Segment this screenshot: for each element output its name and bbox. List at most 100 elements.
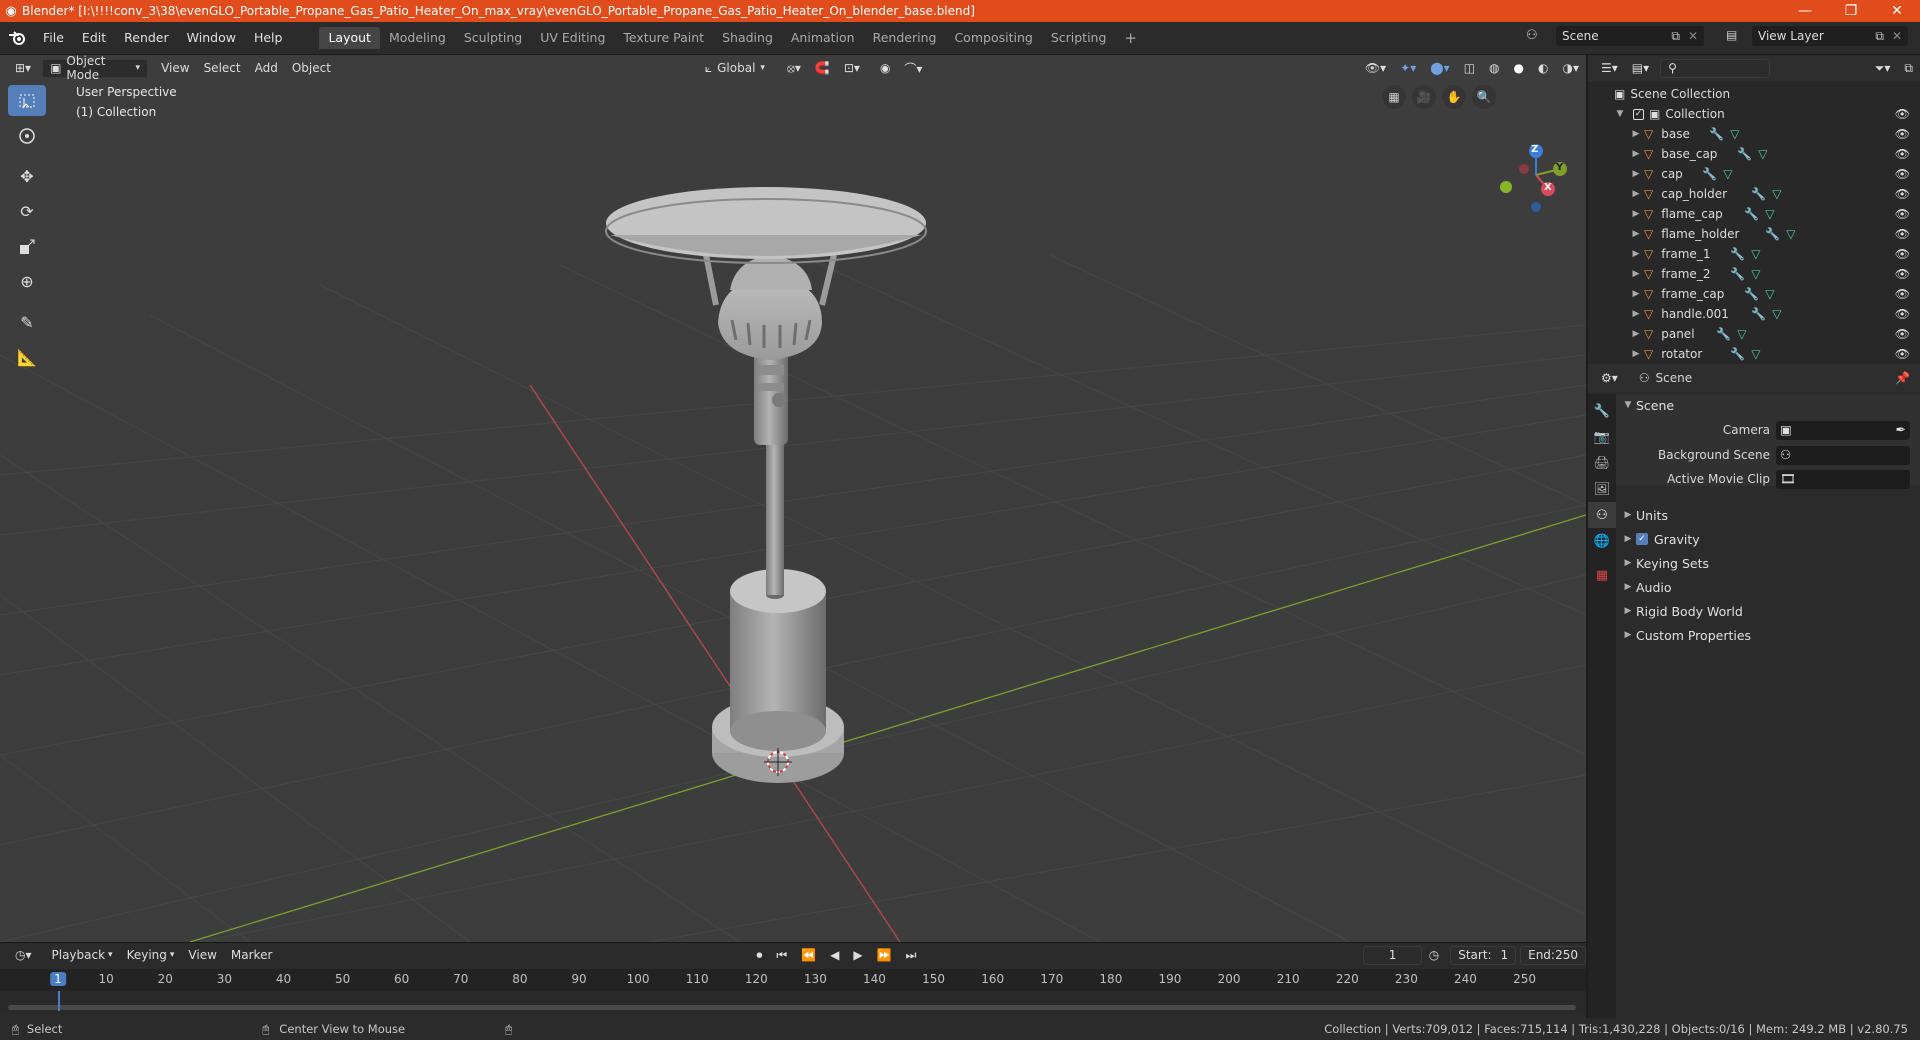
mesh-data-icon[interactable]: ▽ — [1772, 187, 1781, 201]
3d-viewport[interactable]: Z Y X ▦ 🎥 ✋ 🔍 User Perspective (1) Colle… — [0, 55, 1586, 942]
close-button[interactable]: ✕ — [1874, 3, 1920, 19]
pan-view-icon[interactable]: ✋ — [1442, 85, 1466, 109]
mesh-data-icon[interactable]: ▽ — [1751, 347, 1760, 361]
mesh-data-icon[interactable]: ▽ — [1723, 167, 1732, 181]
mesh-data-icon[interactable]: ▽ — [1765, 207, 1774, 221]
modifier-icon[interactable]: 🔧 — [1744, 287, 1759, 301]
tab-scripting[interactable]: Scripting — [1042, 27, 1116, 49]
expand-caret-icon[interactable]: ▶ — [1628, 289, 1644, 299]
gizmo-toggle-icon[interactable]: ✦▾ — [1393, 59, 1423, 78]
current-frame-indicator[interactable]: 1 — [50, 972, 66, 986]
new-collection-icon[interactable]: ⧉ — [1897, 59, 1920, 78]
outliner-object-row[interactable]: ▶ ▽ base 🔧 ▽ 👁 — [1588, 124, 1920, 144]
annotate-tool-icon[interactable]: ✎ — [8, 307, 46, 338]
orientation-selector[interactable]: ⟀ Global ▾ — [698, 59, 772, 78]
maximize-button[interactable]: ❐ — [1828, 3, 1874, 19]
mesh-data-icon[interactable]: ▽ — [1737, 327, 1746, 341]
mesh-data-icon[interactable]: ▽ — [1751, 267, 1760, 281]
menu-marker[interactable]: Marker — [224, 946, 279, 965]
visibility-icon[interactable]: 👁▾ — [1358, 59, 1393, 78]
jump-start-button[interactable]: ⏮ — [769, 946, 794, 965]
camera-field[interactable]: ▣ ✒ — [1776, 420, 1910, 440]
active-movie-clip-field[interactable]: 🎞 — [1776, 469, 1910, 489]
proportional-edit-icon[interactable]: ◉ — [873, 59, 897, 78]
outliner-object-row[interactable]: ▶ ▽ panel 🔧 ▽ 👁 — [1588, 324, 1920, 344]
eye-icon[interactable]: 👁 — [1895, 327, 1910, 341]
world-tab-icon[interactable]: 🌐 — [1588, 528, 1616, 554]
property-panel-header[interactable]: ▶ ✓ Gravity — [1616, 528, 1920, 550]
expand-caret-icon[interactable]: ▶ — [1628, 149, 1644, 159]
playhead-line[interactable] — [58, 991, 60, 1011]
falloff-icon[interactable]: ⌒▾ — [897, 59, 929, 78]
next-keyframe-button[interactable]: ⏩ — [870, 946, 899, 965]
menu-edit[interactable]: Edit — [73, 27, 115, 49]
timeline-editor-type-icon[interactable]: ◷▾ — [8, 946, 39, 965]
move-tool-icon[interactable]: ✥ — [8, 161, 46, 192]
mesh-data-icon[interactable]: ▽ — [1730, 127, 1739, 141]
outliner-search-input[interactable]: ⚲ — [1660, 58, 1771, 78]
mesh-data-icon[interactable]: ▽ — [1786, 227, 1795, 241]
menu-view[interactable]: View — [154, 59, 196, 78]
expand-caret-icon[interactable]: ▶ — [1628, 269, 1644, 279]
xray-toggle-icon[interactable]: ◫ — [1457, 59, 1482, 78]
modifier-icon[interactable]: 🔧 — [1716, 327, 1731, 341]
eye-icon[interactable]: 👁 — [1895, 247, 1910, 261]
outliner-object-row[interactable]: ▶ ▽ cap 🔧 ▽ 👁 — [1588, 164, 1920, 184]
timeline-ruler[interactable]: 1 10 20 30 40 50 60 70 80 90 100 110 120 130 140 150 160… — [0, 969, 1586, 991]
outliner-object-row[interactable]: ▶ ▽ handle.001 🔧 ▽ 👁 — [1588, 304, 1920, 324]
overlay-toggle-icon[interactable]: ⬤▾ — [1423, 59, 1456, 78]
menu-object[interactable]: Object — [285, 59, 338, 78]
eye-icon[interactable]: 👁 — [1895, 127, 1910, 141]
menu-timeline-view[interactable]: View — [181, 946, 223, 965]
rendered-shading-icon[interactable]: ◑▾ — [1556, 59, 1587, 78]
rotate-tool-icon[interactable]: ⟳ — [8, 196, 46, 227]
property-panel-header[interactable]: ▶ Custom Properties — [1616, 624, 1920, 646]
scene-selector[interactable]: Scene ⧉ ✕ — [1556, 26, 1704, 46]
expand-caret-icon[interactable]: ▶ — [1628, 329, 1644, 339]
eye-icon[interactable]: 👁 — [1895, 307, 1910, 321]
start-frame-field[interactable]: Start: 1 — [1450, 945, 1517, 965]
expand-caret-icon[interactable]: ▶ — [1628, 129, 1644, 139]
tab-animation[interactable]: Animation — [782, 27, 864, 49]
tab-uv-editing[interactable]: UV Editing — [531, 27, 614, 49]
menu-keying[interactable]: Keying ▾ — [120, 946, 182, 965]
outliner-object-row[interactable]: ▶ ▽ frame_2 🔧 ▽ 👁 — [1588, 264, 1920, 284]
collection-checkbox[interactable]: ✓ — [1633, 108, 1644, 120]
tab-texture-paint[interactable]: Texture Paint — [614, 27, 713, 49]
outliner-object-row[interactable]: ▶ ▽ rotator 🔧 ▽ 👁 — [1588, 344, 1920, 364]
tab-modeling[interactable]: Modeling — [380, 27, 455, 49]
modifier-icon[interactable]: 🔧 — [1730, 247, 1745, 261]
preview-range-icon[interactable]: ◷ — [1422, 946, 1446, 965]
display-mode-icon[interactable]: ▤▾ — [1625, 59, 1656, 78]
gizmo-x-label[interactable]: X — [1544, 182, 1552, 193]
outliner-object-row[interactable]: ▶ ▽ flame_holder 🔧 ▽ 👁 — [1588, 224, 1920, 244]
scene-tab-icon[interactable]: ⚇ — [1588, 502, 1616, 528]
menu-file[interactable]: File — [34, 27, 73, 49]
camera-view-icon[interactable]: 🎥 — [1412, 85, 1436, 109]
modifier-icon[interactable]: 🔧 — [1744, 207, 1759, 221]
new-view-layer-icon[interactable]: ⧉ — [1875, 29, 1884, 44]
expand-caret-icon[interactable]: ▶ — [1628, 169, 1644, 179]
property-panel-header[interactable]: ▶ Keying Sets — [1616, 552, 1920, 574]
expand-caret-icon[interactable]: ▶ — [1628, 229, 1644, 239]
eye-icon[interactable]: 👁 — [1895, 287, 1910, 301]
blender-menu-icon[interactable] — [0, 31, 34, 45]
tab-rendering[interactable]: Rendering — [864, 27, 946, 49]
tab-shading[interactable]: Shading — [713, 27, 782, 49]
filter-icon[interactable]: ⏷▾ — [1868, 59, 1898, 78]
gizmo-y-label[interactable]: Y — [1556, 162, 1563, 173]
play-reverse-button[interactable]: ◀ — [823, 946, 846, 965]
prev-keyframe-button[interactable]: ⏪ — [794, 946, 823, 965]
minimize-button[interactable]: — — [1782, 3, 1828, 19]
eye-icon[interactable]: 👁 — [1895, 227, 1910, 241]
zoom-view-icon[interactable]: 🔍 — [1472, 85, 1496, 109]
outliner-object-row[interactable]: ▶ ▽ flame_cap 🔧 ▽ 👁 — [1588, 204, 1920, 224]
tool-tab-icon[interactable]: 🔧 — [1588, 398, 1616, 424]
mode-selector[interactable]: ▣ Object Mode ▾ — [42, 54, 149, 82]
tab-layout[interactable]: Layout — [319, 27, 380, 49]
expand-caret-icon[interactable]: ▼ — [1612, 109, 1628, 119]
eye-icon[interactable]: 👁 — [1895, 187, 1910, 201]
mesh-data-icon[interactable]: ▽ — [1758, 147, 1767, 161]
eye-icon[interactable]: 👁 — [1895, 347, 1910, 361]
property-panel-header[interactable]: ▶ Rigid Body World — [1616, 600, 1920, 622]
